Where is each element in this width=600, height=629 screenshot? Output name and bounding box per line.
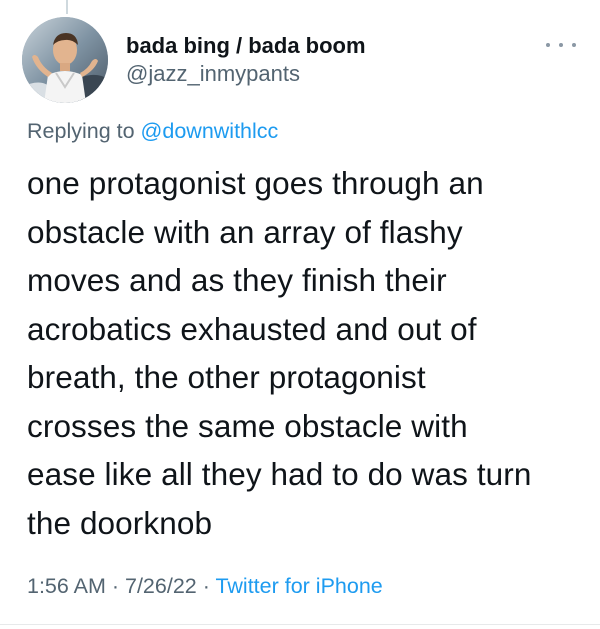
- replying-to: Replying to @downwithlcc: [27, 117, 278, 145]
- avatar[interactable]: [22, 17, 108, 103]
- meta-separator: ·: [196, 574, 216, 598]
- avatar-image: [22, 17, 108, 103]
- tweet-text-line: breath, the other protagonist: [27, 359, 426, 395]
- tweet-text-line: one protagonist goes through an: [27, 165, 484, 201]
- tweet-date[interactable]: 7/26/22: [125, 574, 197, 598]
- more-dot: [572, 43, 576, 47]
- tweet-source-link[interactable]: Twitter for iPhone: [215, 574, 382, 598]
- divider: [0, 624, 600, 625]
- tweet-text-line: acrobatics exhausted and out of: [27, 310, 477, 347]
- tweet-text-line: ease like all they had to do was turn: [27, 456, 532, 492]
- tweet-header: bada bing / bada boom @jazz_inmypants: [22, 17, 578, 107]
- thread-connector-line: [66, 0, 68, 14]
- meta-separator: ·: [105, 574, 125, 598]
- tweet-text-line: moves and as they finish their: [27, 262, 447, 298]
- reply-mention-link[interactable]: @downwithlcc: [141, 119, 279, 143]
- author-display-name[interactable]: bada bing / bada boom: [126, 32, 366, 60]
- tweet-meta: 1:56 AM · 7/26/22 · Twitter for iPhone: [27, 572, 383, 600]
- more-dot: [559, 43, 563, 47]
- tweet-text: one protagonist goes through an obstacle…: [27, 159, 587, 547]
- more-horizontal-icon[interactable]: [546, 39, 576, 51]
- tweet-text-line: obstacle with an array of flashy: [27, 213, 463, 250]
- replying-prefix: Replying to: [27, 119, 141, 143]
- more-dot: [546, 43, 550, 47]
- author-block: bada bing / bada boom @jazz_inmypants: [126, 32, 366, 88]
- tweet-time[interactable]: 1:56 AM: [27, 574, 106, 598]
- tweet-text-line: crosses the same obstacle with: [27, 407, 468, 444]
- author-handle[interactable]: @jazz_inmypants: [126, 60, 366, 88]
- tweet-text-line: the doorknob: [27, 504, 213, 541]
